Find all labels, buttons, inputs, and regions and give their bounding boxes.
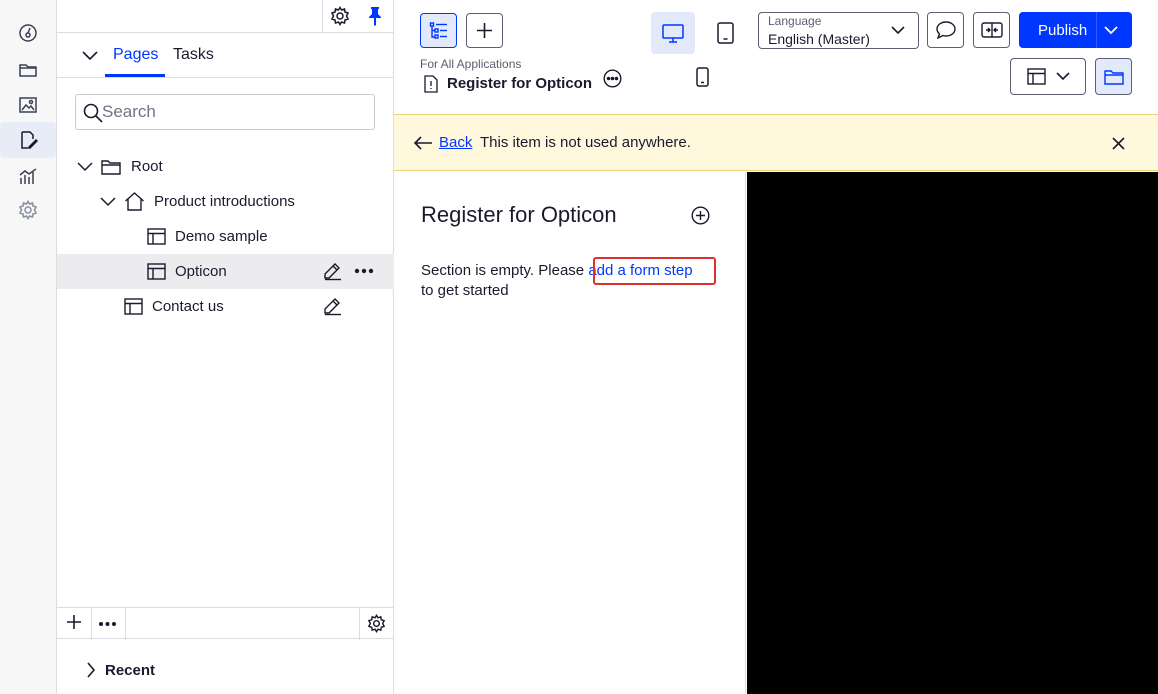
layout-select-button[interactable]: [1010, 58, 1086, 95]
comment-icon: [935, 21, 956, 39]
tree-node-label: Product introductions: [154, 193, 295, 210]
notice-message: This item is not used anywhere.: [480, 134, 691, 151]
back-link[interactable]: Back: [439, 134, 472, 151]
language-value: English (Master): [768, 31, 870, 47]
empty-message-suffix: to get started: [421, 282, 509, 299]
image-icon[interactable]: [17, 94, 39, 116]
add-circle-icon[interactable]: [691, 206, 710, 225]
page-title: Register for Opticon: [447, 75, 593, 92]
recent-label: Recent: [105, 662, 156, 679]
close-icon[interactable]: [1112, 137, 1125, 150]
folder-icon: [1103, 68, 1124, 86]
publish-button[interactable]: Publish: [1019, 12, 1132, 48]
language-select[interactable]: Language English (Master): [758, 12, 919, 49]
tree-node-demo-sample[interactable]: Demo sample: [147, 219, 268, 254]
search-box: [75, 94, 375, 130]
edit-page-icon[interactable]: [0, 122, 56, 158]
tree-node-label: Demo sample: [175, 228, 268, 245]
comments-button[interactable]: [927, 12, 964, 48]
layout-icon: [147, 228, 166, 245]
chevron-down-icon[interactable]: [81, 50, 99, 62]
settings-icon[interactable]: [17, 199, 39, 221]
chevron-down-icon: [891, 26, 905, 35]
assets-panel-button[interactable]: [1095, 58, 1132, 95]
divider: [125, 608, 126, 640]
recent-section[interactable]: Recent: [57, 652, 394, 688]
divider: [1096, 12, 1097, 48]
tree-actions-bar: [57, 607, 394, 640]
more-options-icon[interactable]: [354, 268, 374, 274]
form-editor-canvas: Register for Opticon Section is empty. P…: [394, 172, 746, 694]
tree-tabs: Pages Tasks: [57, 33, 394, 78]
home-icon: [124, 192, 145, 211]
tree-node-contact-us[interactable]: Contact us: [124, 289, 224, 324]
layout-icon: [1026, 68, 1046, 85]
tree-node-opticon[interactable]: Opticon: [147, 254, 227, 289]
gear-icon[interactable]: [330, 6, 350, 26]
compare-button[interactable]: [973, 12, 1010, 48]
page-type-icon: [424, 75, 438, 93]
breadcrumb-subtitle: For All Applications: [420, 57, 522, 71]
chevron-down-icon[interactable]: [77, 161, 93, 172]
add-icon: [476, 22, 493, 39]
toggle-tree-button[interactable]: [420, 13, 457, 48]
divider: [322, 0, 323, 33]
chevron-down-icon[interactable]: [100, 196, 116, 207]
more-options-icon[interactable]: [98, 621, 117, 627]
active-tab-indicator: [105, 74, 165, 77]
page-tree-panel: Pages Tasks Root Product introductions D…: [57, 0, 394, 694]
chevron-down-icon: [1055, 72, 1070, 81]
arrow-left-icon[interactable]: [414, 136, 433, 150]
divider: [91, 608, 92, 640]
add-icon[interactable]: [66, 614, 82, 630]
empty-message-prefix: Section is empty. Please: [421, 262, 589, 279]
tree-view-icon: [429, 21, 449, 41]
preview-pane: [747, 172, 1158, 694]
search-input[interactable]: [102, 101, 362, 123]
analytics-icon[interactable]: [17, 165, 39, 187]
gear-icon[interactable]: [367, 614, 386, 633]
tree-node-label: Root: [131, 158, 163, 175]
dashboard-icon[interactable]: [17, 22, 39, 44]
edit-icon[interactable]: [322, 261, 342, 281]
edit-icon[interactable]: [322, 296, 342, 316]
main-editor: Language English (Master) Publish For Al…: [394, 0, 1158, 694]
language-caption: Language: [768, 14, 822, 28]
folder-icon: [101, 158, 121, 176]
tree-node-root[interactable]: Root: [77, 149, 163, 184]
mobile-icon[interactable]: [696, 67, 709, 87]
desktop-icon: [662, 24, 684, 43]
layout-icon: [124, 298, 143, 315]
more-options-icon[interactable]: [603, 69, 622, 88]
compare-icon: [980, 22, 1003, 38]
search-icon: [83, 103, 103, 123]
layout-icon: [147, 263, 166, 280]
tree-node-label: Contact us: [152, 298, 224, 315]
chevron-down-icon[interactable]: [1104, 26, 1118, 35]
tree-panel-header: [57, 0, 394, 33]
link-highlight-box: [593, 257, 716, 285]
add-button[interactable]: [466, 13, 503, 48]
folder-icon[interactable]: [17, 59, 39, 81]
section-heading: Register for Opticon: [421, 202, 617, 227]
usage-notice: Back This item is not used anywhere.: [394, 114, 1158, 171]
tab-pages[interactable]: Pages: [113, 46, 158, 64]
chevron-right-icon[interactable]: [86, 662, 96, 678]
pin-icon[interactable]: [366, 6, 384, 26]
tab-tasks[interactable]: Tasks: [173, 46, 214, 64]
tree-node-label: Opticon: [175, 263, 227, 280]
tree-node-product-introductions[interactable]: Product introductions: [100, 184, 295, 219]
global-nav-rail: [0, 0, 57, 694]
publish-label: Publish: [1038, 22, 1088, 39]
divider: [359, 608, 360, 640]
tablet-icon[interactable]: [717, 22, 734, 44]
